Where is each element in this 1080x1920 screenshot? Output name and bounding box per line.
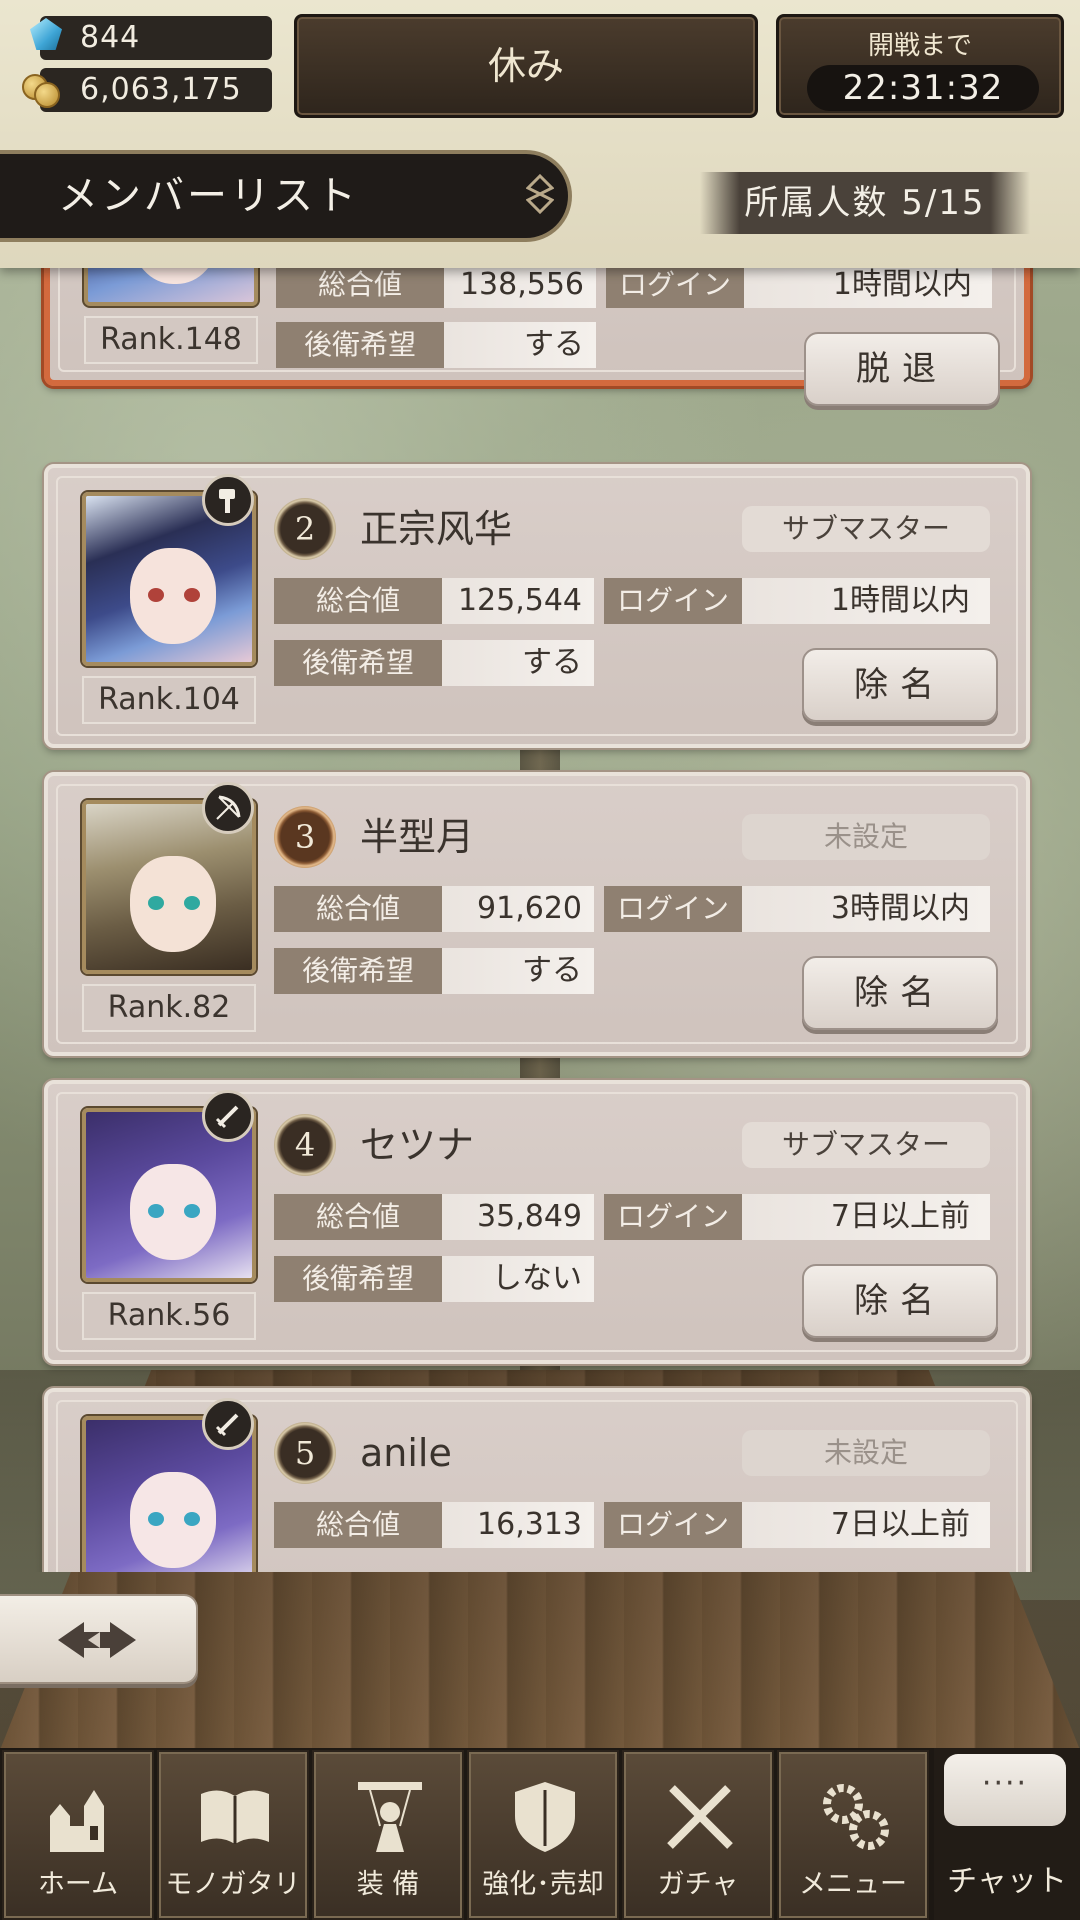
kick-button[interactable]: 除名 xyxy=(802,956,998,1030)
book-icon xyxy=(195,1776,275,1856)
nav-enhance-label: 強化･売却 xyxy=(482,1869,604,1900)
rear-guard-value: しない xyxy=(442,1256,594,1302)
sword-icon xyxy=(202,1090,254,1142)
member-card: 5 anile 未設定 総合値 16,313 ログイン 7日以上前 xyxy=(44,1388,1030,1572)
total-value: 16,313 xyxy=(442,1502,594,1548)
member-card: Rank.104 2 正宗风华 サブマスター 総合値 125,544 ログイン … xyxy=(44,464,1030,748)
member-number-badge: 4 xyxy=(274,1114,336,1176)
total-label: 総合値 xyxy=(276,268,444,308)
nav-story[interactable]: モノガタリ xyxy=(157,1750,309,1920)
member-list-title: メンバーリスト xyxy=(0,150,572,242)
login-value: 7日以上前 xyxy=(742,1502,990,1548)
login-value: 7日以上前 xyxy=(742,1194,990,1240)
rank-label: Rank.82 xyxy=(82,984,256,1032)
timer-value: 22:31:32 xyxy=(807,65,1039,111)
timer-label: 開戦まで xyxy=(867,31,972,61)
nav-equip-label: 装 備 xyxy=(356,1869,420,1900)
castle-icon xyxy=(40,1776,120,1856)
nav-home[interactable]: ホーム xyxy=(2,1750,154,1920)
header: 844 6,063,175 休み 開戦まで 22:31:32 メンバーリスト 所… xyxy=(0,0,1080,268)
rear-guard-label: 後衛希望 xyxy=(276,322,444,368)
battle-timer: 開戦まで 22:31:32 xyxy=(776,14,1064,118)
nav-gacha[interactable]: ガチャ xyxy=(622,1750,774,1920)
back-arrow-icon xyxy=(58,1622,136,1658)
player-name[interactable]: 正宗风华 xyxy=(360,504,512,554)
nav-equip[interactable]: 装 備 xyxy=(312,1750,464,1920)
role-pill: 未設定 xyxy=(742,814,990,860)
member-number-badge: 5 xyxy=(274,1422,336,1484)
login-label: ログイン xyxy=(604,1502,742,1548)
role-pill: サブマスター xyxy=(742,1122,990,1168)
member-card: Rank.148 総合値 138,556 ログイン 1時間以内 後衛希望 する … xyxy=(44,268,1030,406)
chat-bubble-icon: ···· xyxy=(944,1754,1066,1826)
total-value: 138,556 xyxy=(444,268,596,308)
nav-menu-label: メニュー xyxy=(799,1869,907,1900)
role-pill: 未設定 xyxy=(742,1430,990,1476)
rank-label: Rank.148 xyxy=(84,316,258,364)
puppet-icon xyxy=(350,1776,430,1856)
player-name[interactable]: 半型月 xyxy=(360,812,474,862)
member-count: 所属人数 5/15 xyxy=(700,172,1030,234)
back-button[interactable] xyxy=(0,1594,198,1684)
total-value: 91,620 xyxy=(442,886,594,932)
status-button[interactable]: 休み xyxy=(294,14,758,118)
login-value: 1時間以内 xyxy=(742,578,990,624)
rank-label: Rank.56 xyxy=(82,1292,256,1340)
kick-button[interactable]: 除名 xyxy=(802,1264,998,1338)
login-label: ログイン xyxy=(604,578,742,624)
kick-button[interactable]: 除名 xyxy=(802,648,998,722)
rear-guard-label: 後衛希望 xyxy=(274,640,442,686)
rear-guard-value: する xyxy=(444,322,596,368)
nav-enhance[interactable]: 強化･売却 xyxy=(467,1750,619,1920)
nav-home-label: ホーム xyxy=(37,1869,119,1900)
hammer-icon xyxy=(202,474,254,526)
nav-story-label: モノガタリ xyxy=(165,1869,301,1900)
total-label: 総合値 xyxy=(274,1502,442,1548)
rear-guard-value: する xyxy=(442,640,594,686)
crossed-swords-icon xyxy=(660,1776,740,1856)
login-value: 3時間以内 xyxy=(742,886,990,932)
total-value: 125,544 xyxy=(442,578,594,624)
member-card: Rank.82 3 半型月 未設定 総合値 91,620 ログイン 3時間以内 … xyxy=(44,772,1030,1056)
nav-gacha-label: ガチャ xyxy=(657,1869,739,1900)
player-name[interactable]: anile xyxy=(360,1428,452,1478)
total-label: 総合値 xyxy=(274,886,442,932)
rear-guard-label: 後衛希望 xyxy=(274,948,442,994)
coin-count: 6,063,175 xyxy=(40,68,272,112)
gear-icon xyxy=(815,1776,895,1856)
nav-menu[interactable]: メニュー xyxy=(777,1750,929,1920)
member-list[interactable]: Rank.148 総合値 138,556 ログイン 1時間以内 後衛希望 する … xyxy=(0,268,1080,1572)
coin-icon xyxy=(22,70,62,110)
member-number-badge: 3 xyxy=(274,806,336,868)
login-label: ログイン xyxy=(606,268,744,308)
nav-chat-label: チャット xyxy=(947,1864,1067,1899)
total-label: 総合値 xyxy=(274,1194,442,1240)
nav-chat[interactable]: ···· チャット xyxy=(934,1748,1080,1920)
rear-guard-label: 後衛希望 xyxy=(274,1256,442,1302)
login-value: 1時間以内 xyxy=(744,268,992,308)
bottom-nav: ホーム モノガタリ 装 備 強化･売却 ガチャ メニュー ···· チャット xyxy=(0,1748,1080,1920)
avatar[interactable] xyxy=(84,268,258,306)
login-label: ログイン xyxy=(604,886,742,932)
role-pill: サブマスター xyxy=(742,506,990,552)
rank-label: Rank.104 xyxy=(82,676,256,724)
shield-icon xyxy=(505,1776,585,1856)
bow-icon xyxy=(202,782,254,834)
member-number-badge: 2 xyxy=(274,498,336,560)
gem-count: 844 xyxy=(40,16,272,60)
sword-icon xyxy=(202,1398,254,1450)
rear-guard-value: する xyxy=(442,948,594,994)
login-label: ログイン xyxy=(604,1194,742,1240)
leave-button[interactable]: 脱退 xyxy=(804,332,1000,406)
total-label: 総合値 xyxy=(274,578,442,624)
total-value: 35,849 xyxy=(442,1194,594,1240)
sort-icon[interactable] xyxy=(520,173,560,218)
member-card: Rank.56 4 セツナ サブマスター 総合値 35,849 ログイン 7日以… xyxy=(44,1080,1030,1364)
player-name[interactable]: セツナ xyxy=(360,1120,474,1170)
